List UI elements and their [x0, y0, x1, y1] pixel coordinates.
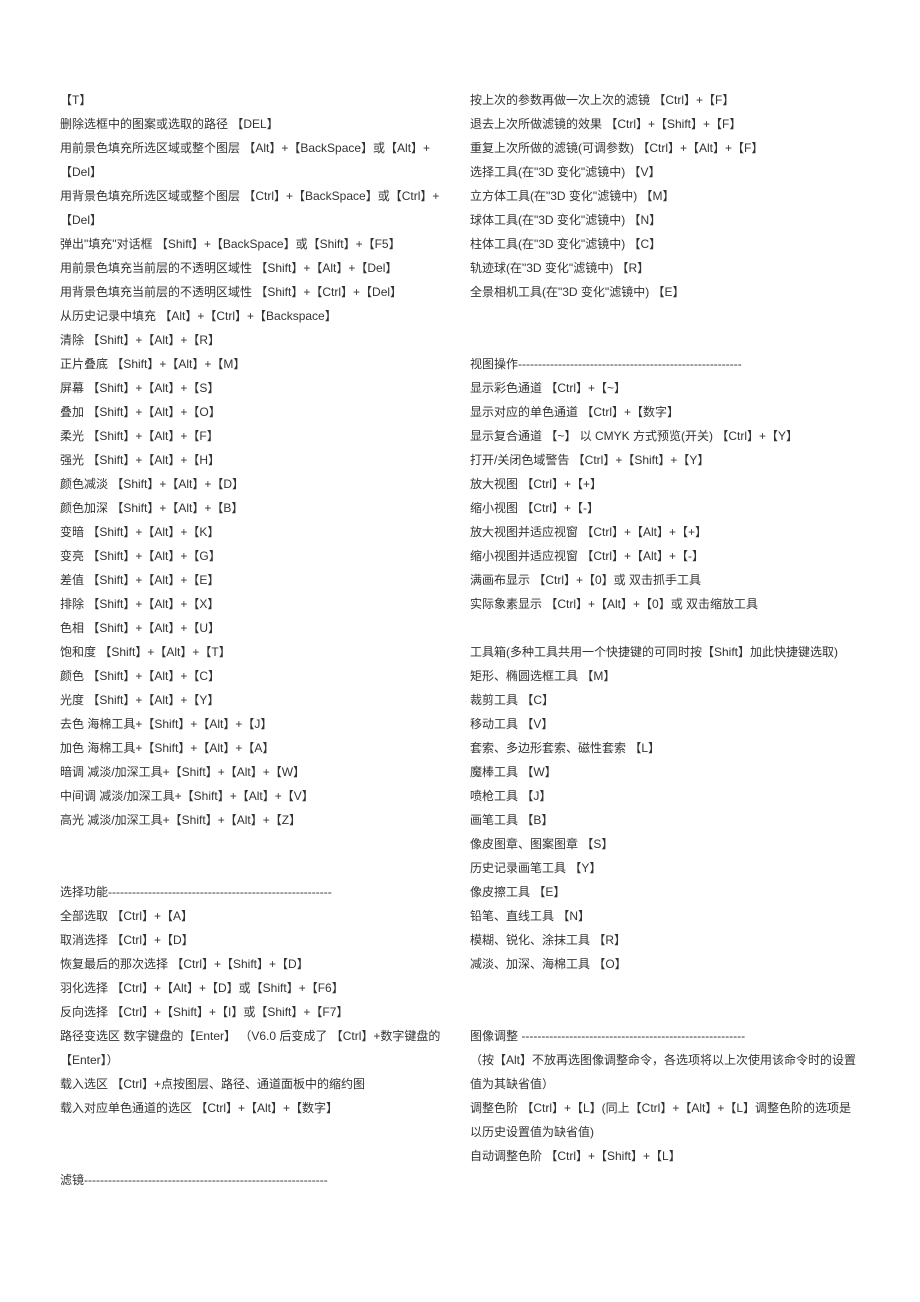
shortcut-line: 显示复合通道 【~】 以 CMYK 方式预览(开关) 【Ctrl】+【Y】: [470, 424, 860, 448]
shortcut-line: 取消选择 【Ctrl】+【D】: [60, 928, 450, 952]
shortcut-line: 用前景色填充所选区域或整个图层 【Alt】+【BackSpace】或【Alt】+…: [60, 136, 450, 184]
shortcut-line: 路径变选区 数字键盘的【Enter】 （V6.0 后变成了 【Ctrl】+数字键…: [60, 1024, 450, 1072]
shortcut-line: 裁剪工具 【C】: [470, 688, 860, 712]
shortcut-line: 饱和度 【Shift】+【Alt】+【T】: [60, 640, 450, 664]
shortcut-line: 模糊、锐化、涂抹工具 【R】: [470, 928, 860, 952]
shortcut-line: 颜色加深 【Shift】+【Alt】+【B】: [60, 496, 450, 520]
shortcut-line: 满画布显示 【Ctrl】+【0】或 双击抓手工具: [470, 568, 860, 592]
shortcut-line: 中间调 减淡/加深工具+【Shift】+【Alt】+【V】: [60, 784, 450, 808]
blank-line: [60, 1120, 450, 1144]
shortcut-line: 魔棒工具 【W】: [470, 760, 860, 784]
shortcut-line: 从历史记录中填充 【Alt】+【Ctrl】+【Backspace】: [60, 304, 450, 328]
shortcut-line: 缩小视图并适应视窗 【Ctrl】+【Alt】+【-】: [470, 544, 860, 568]
shortcut-line: 图像调整 -----------------------------------…: [470, 1024, 860, 1048]
shortcut-line: 立方体工具(在"3D 变化"滤镜中) 【M】: [470, 184, 860, 208]
shortcut-line: 铅笔、直线工具 【N】: [470, 904, 860, 928]
shortcut-line: 缩小视图 【Ctrl】+【-】: [470, 496, 860, 520]
shortcut-line: 用背景色填充所选区域或整个图层 【Ctrl】+【BackSpace】或【Ctrl…: [60, 184, 450, 232]
shortcut-line: 颜色 【Shift】+【Alt】+【C】: [60, 664, 450, 688]
blank-line: [60, 1144, 450, 1168]
shortcut-line: （按【Alt】不放再选图像调整命令，各选项将以上次使用该命令时的设置值为其缺省值…: [470, 1048, 860, 1096]
shortcut-line: 屏幕 【Shift】+【Alt】+【S】: [60, 376, 450, 400]
shortcut-line: 滤镜--------------------------------------…: [60, 1168, 450, 1192]
shortcut-line: 变暗 【Shift】+【Alt】+【K】: [60, 520, 450, 544]
shortcut-line: 强光 【Shift】+【Alt】+【H】: [60, 448, 450, 472]
blank-line: [470, 328, 860, 352]
shortcut-line: 暗调 减淡/加深工具+【Shift】+【Alt】+【W】: [60, 760, 450, 784]
shortcut-line: 像皮擦工具 【E】: [470, 880, 860, 904]
shortcut-line: 用前景色填充当前层的不透明区域性 【Shift】+【Alt】+【Del】: [60, 256, 450, 280]
shortcut-line: 放大视图并适应视窗 【Ctrl】+【Alt】+【+】: [470, 520, 860, 544]
shortcut-line: 羽化选择 【Ctrl】+【Alt】+【D】或【Shift】+【F6】: [60, 976, 450, 1000]
shortcut-line: 画笔工具 【B】: [470, 808, 860, 832]
shortcut-line: 工具箱(多种工具共用一个快捷键的可同时按【Shift】加此快捷键选取): [470, 640, 860, 664]
shortcut-line: 反向选择 【Ctrl】+【Shift】+【I】或【Shift】+【F7】: [60, 1000, 450, 1024]
shortcut-line: 显示彩色通道 【Ctrl】+【~】: [470, 376, 860, 400]
shortcut-line: 高光 减淡/加深工具+【Shift】+【Alt】+【Z】: [60, 808, 450, 832]
shortcut-line: 球体工具(在"3D 变化"滤镜中) 【N】: [470, 208, 860, 232]
shortcut-line: 视图操作------------------------------------…: [470, 352, 860, 376]
shortcut-line: 颜色减淡 【Shift】+【Alt】+【D】: [60, 472, 450, 496]
shortcut-line: 【T】: [60, 88, 450, 112]
shortcut-line: 放大视图 【Ctrl】+【+】: [470, 472, 860, 496]
shortcut-line: 弹出"填充"对话框 【Shift】+【BackSpace】或【Shift】+【F…: [60, 232, 450, 256]
shortcut-line: 全景相机工具(在"3D 变化"滤镜中) 【E】: [470, 280, 860, 304]
shortcut-line: 用背景色填充当前层的不透明区域性 【Shift】+【Ctrl】+【Del】: [60, 280, 450, 304]
shortcut-line: 色相 【Shift】+【Alt】+【U】: [60, 616, 450, 640]
shortcut-line: 矩形、椭圆选框工具 【M】: [470, 664, 860, 688]
shortcut-line: 差值 【Shift】+【Alt】+【E】: [60, 568, 450, 592]
shortcut-line: 重复上次所做的滤镜(可调参数) 【Ctrl】+【Alt】+【F】: [470, 136, 860, 160]
shortcut-line: 柔光 【Shift】+【Alt】+【F】: [60, 424, 450, 448]
shortcut-line: 移动工具 【V】: [470, 712, 860, 736]
shortcut-line: 选择功能------------------------------------…: [60, 880, 450, 904]
shortcut-line: 清除 【Shift】+【Alt】+【R】: [60, 328, 450, 352]
shortcut-line: 退去上次所做滤镜的效果 【Ctrl】+【Shift】+【F】: [470, 112, 860, 136]
blank-line: [470, 616, 860, 640]
shortcut-line: 叠加 【Shift】+【Alt】+【O】: [60, 400, 450, 424]
shortcut-line: 删除选框中的图案或选取的路径 【DEL】: [60, 112, 450, 136]
shortcut-line: 像皮图章、图案图章 【S】: [470, 832, 860, 856]
shortcut-line: 按上次的参数再做一次上次的滤镜 【Ctrl】+【F】: [470, 88, 860, 112]
shortcut-line: 套索、多边形套索、磁性套索 【L】: [470, 736, 860, 760]
shortcut-line: 排除 【Shift】+【Alt】+【X】: [60, 592, 450, 616]
shortcut-line: 光度 【Shift】+【Alt】+【Y】: [60, 688, 450, 712]
shortcut-line: 选择工具(在"3D 变化"滤镜中) 【V】: [470, 160, 860, 184]
blank-line: [470, 304, 860, 328]
shortcut-line: 自动调整色阶 【Ctrl】+【Shift】+【L】: [470, 1144, 860, 1168]
shortcut-line: 打开/关闭色域警告 【Ctrl】+【Shift】+【Y】: [470, 448, 860, 472]
shortcut-line: 调整色阶 【Ctrl】+【L】(同上【Ctrl】+【Alt】+【L】调整色阶的选…: [470, 1096, 860, 1144]
blank-line: [60, 832, 450, 856]
blank-line: [470, 1000, 860, 1024]
blank-line: [470, 976, 860, 1000]
shortcut-line: 全部选取 【Ctrl】+【A】: [60, 904, 450, 928]
shortcut-line: 去色 海棉工具+【Shift】+【Alt】+【J】: [60, 712, 450, 736]
shortcut-line: 历史记录画笔工具 【Y】: [470, 856, 860, 880]
document-page: 【T】删除选框中的图案或选取的路径 【DEL】用前景色填充所选区域或整个图层 【…: [0, 0, 920, 1302]
shortcut-line: 轨迹球(在"3D 变化"滤镜中) 【R】: [470, 256, 860, 280]
blank-line: [60, 856, 450, 880]
shortcut-line: 显示对应的单色通道 【Ctrl】+【数字】: [470, 400, 860, 424]
shortcut-line: 载入选区 【Ctrl】+点按图层、路径、通道面板中的缩约图: [60, 1072, 450, 1096]
shortcut-line: 减淡、加深、海棉工具 【O】: [470, 952, 860, 976]
shortcut-line: 柱体工具(在"3D 变化"滤镜中) 【C】: [470, 232, 860, 256]
shortcut-line: 变亮 【Shift】+【Alt】+【G】: [60, 544, 450, 568]
shortcut-line: 喷枪工具 【J】: [470, 784, 860, 808]
shortcut-line: 实际象素显示 【Ctrl】+【Alt】+【0】或 双击缩放工具: [470, 592, 860, 616]
shortcut-line: 正片叠底 【Shift】+【Alt】+【M】: [60, 352, 450, 376]
shortcut-line: 载入对应单色通道的选区 【Ctrl】+【Alt】+【数字】: [60, 1096, 450, 1120]
shortcut-line: 恢复最后的那次选择 【Ctrl】+【Shift】+【D】: [60, 952, 450, 976]
shortcut-line: 加色 海棉工具+【Shift】+【Alt】+【A】: [60, 736, 450, 760]
